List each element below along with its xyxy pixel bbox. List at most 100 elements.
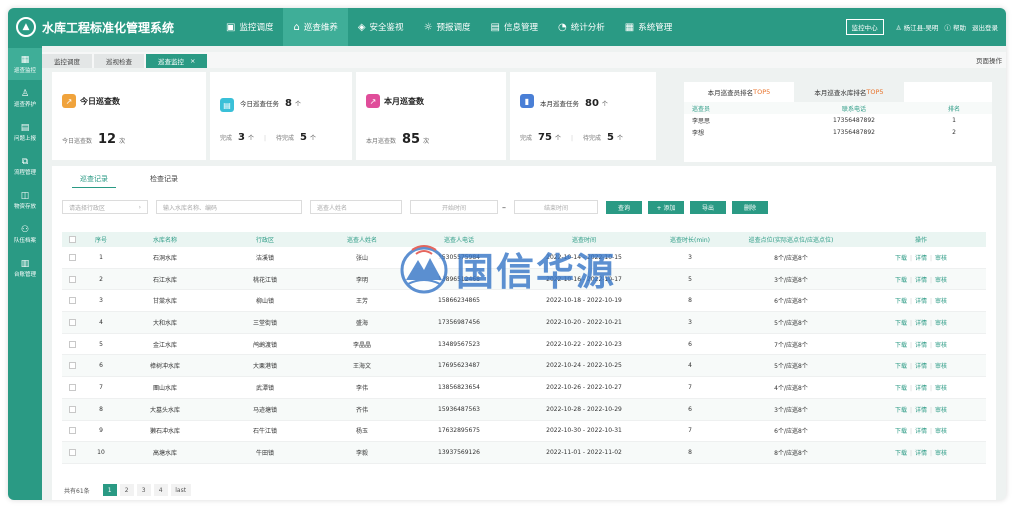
review-link[interactable]: 审核 [935,450,947,457]
grid-icon: ▦ [20,54,30,65]
user-info[interactable]: ♙ 杨江县-吴明 [896,22,939,32]
table-cell: 7个/应巡8个 [774,341,808,349]
stat-cards: ↗ 今日巡查数 今日巡查数 12 次 ▤ 今日巡查任务 8 个 完成 3 个 | 待完成 5 个 ↗… [52,72,672,160]
sidebar-item-supplies[interactable]: ◫ 物资存放 [8,184,42,216]
card-title: 本月巡查数 [384,97,424,106]
table-cell: 7 [688,427,692,435]
table-cell: 17356987456 [438,318,480,326]
sidebar-item-maintenance[interactable]: ♙ 巡查养护 [8,82,42,114]
watermark-logo: 国信华源 [396,240,616,296]
add-button[interactable]: + 添加 [648,200,684,214]
table-cell: 2022-10-28 - 2022-10-29 [546,405,622,413]
detail-link[interactable]: 详情 [915,298,927,305]
nav-item-info[interactable]: ▤ 信息管理 [481,8,548,46]
help-link[interactable]: ⓘ 帮助 [944,22,966,32]
detail-link[interactable]: 详情 [915,255,927,262]
page-2[interactable]: 2 [119,484,134,496]
row-actions: 下载 | 详情 | 审核 [894,363,948,371]
detail-link[interactable]: 详情 [915,363,927,370]
table-cell: 8个/应巡8个 [774,450,808,458]
query-button[interactable]: 查询 [606,200,642,214]
export-button[interactable]: 导出 [690,200,726,214]
download-link[interactable]: 下载 [895,298,907,305]
sidebar-item-team[interactable]: ⚇ 队伍档案 [8,218,42,250]
row-checkbox[interactable] [68,253,76,261]
detail-link[interactable]: 详情 [915,342,927,349]
download-link[interactable]: 下载 [895,450,907,457]
tab-inspector-ranking[interactable]: 本月巡查员排名 TOP5 [684,82,794,102]
tab-inspection-records[interactable]: 巡查记录 [72,170,116,188]
sidebar-item-flow[interactable]: ⧉ 流程管理 [8,150,42,182]
monitor-center-button[interactable]: 监控中心 [845,19,884,35]
download-link[interactable]: 下载 [895,277,907,284]
nav-item-stats[interactable]: ◔ 统计分析 [548,8,615,46]
page-operations-menu[interactable]: 页面操作 [976,55,1002,65]
download-link[interactable]: 下载 [895,407,907,414]
page-3[interactable]: 3 [136,484,151,496]
row-checkbox[interactable] [68,427,76,435]
end-time-input[interactable]: 结束时间 [514,200,598,214]
download-link[interactable]: 下载 [895,255,907,262]
review-link[interactable]: 审核 [935,428,947,435]
ranking-panel: 本月巡查员排名 TOP5 本月巡查水库排名 TOP5 巡查员 联系电话 排名 李思思… [684,82,992,162]
sidebar-item-report[interactable]: ▤ 问题上报 [8,116,42,148]
row-checkbox[interactable] [68,275,76,283]
close-icon[interactable]: × [190,57,195,65]
download-link[interactable]: 下载 [895,363,907,370]
tab-inspection-check[interactable]: 巡视检查 [94,54,144,68]
page-4[interactable]: 4 [153,484,168,496]
row-checkbox[interactable] [68,405,76,413]
detail-link[interactable]: 详情 [915,320,927,327]
table-cell: 7 [99,383,103,391]
start-time-input[interactable]: 开始时间 [410,200,498,214]
row-checkbox[interactable] [68,318,76,326]
download-link[interactable]: 下载 [895,385,907,392]
tab-inspection-monitor[interactable]: 巡查监控 × [146,54,208,68]
tab-monitor-dispatch[interactable]: 监控调度 [42,54,92,68]
row-checkbox[interactable] [68,383,76,391]
row-checkbox[interactable] [68,297,76,305]
tab-reservoir-ranking[interactable]: 本月巡查水库排名 TOP5 [794,82,904,102]
review-link[interactable]: 审核 [935,298,947,305]
row-checkbox[interactable] [68,449,76,457]
review-link[interactable]: 审核 [935,385,947,392]
sidebar-item-inspection-monitor[interactable]: ▦ 巡查监控 [8,48,42,80]
detail-link[interactable]: 详情 [915,450,927,457]
row-actions: 下载 | 详情 | 审核 [894,276,948,284]
row-checkbox[interactable] [68,340,76,348]
download-link[interactable]: 下载 [895,342,907,349]
review-link[interactable]: 审核 [935,342,947,349]
tab-check-records[interactable]: 检查记录 [142,170,186,188]
detail-link[interactable]: 详情 [915,385,927,392]
logout-link[interactable]: 退出登录 [972,22,998,32]
row-checkbox[interactable] [68,362,76,370]
nav-item-forecast[interactable]: ☼ 预报调度 [414,8,481,46]
detail-link[interactable]: 详情 [915,277,927,284]
review-link[interactable]: 审核 [935,363,947,370]
table-cell: 李伟 [355,384,368,392]
review-link[interactable]: 审核 [935,277,947,284]
nav-item-monitor[interactable]: ▣ 监控调度 [216,8,283,46]
select-all-checkbox[interactable] [68,236,76,243]
page-1[interactable]: 1 [102,484,117,496]
download-link[interactable]: 下载 [895,320,907,327]
page-last[interactable]: last [170,484,191,496]
review-link[interactable]: 审核 [935,320,947,327]
nav-item-safety[interactable]: ◈ 安全鉴视 [348,8,414,46]
table-cell: 石牛江镇 [252,428,277,436]
sidebar-item-ledger[interactable]: ▥ 台账管理 [8,252,42,284]
delete-button[interactable]: 删除 [732,200,768,214]
table-cell: 马迹塘镇 [252,406,277,414]
review-link[interactable]: 审核 [935,407,947,414]
table-cell: 2022-10-24 - 2022-10-25 [546,362,622,370]
logo-icon: ▲ [16,17,36,37]
nav-item-system[interactable]: ▦ 系统管理 [615,8,682,46]
detail-link[interactable]: 详情 [915,407,927,414]
download-link[interactable]: 下载 [895,428,907,435]
nav-item-inspection[interactable]: ⌂ 巡查维养 [283,8,348,46]
inspector-name-input[interactable]: 巡查人姓名 [310,200,402,214]
review-link[interactable]: 审核 [935,255,947,262]
area-select[interactable]: 请选择行政区 › [62,200,148,214]
reservoir-search-input[interactable]: 输入水库名称、编码 [156,200,302,214]
detail-link[interactable]: 详情 [915,428,927,435]
